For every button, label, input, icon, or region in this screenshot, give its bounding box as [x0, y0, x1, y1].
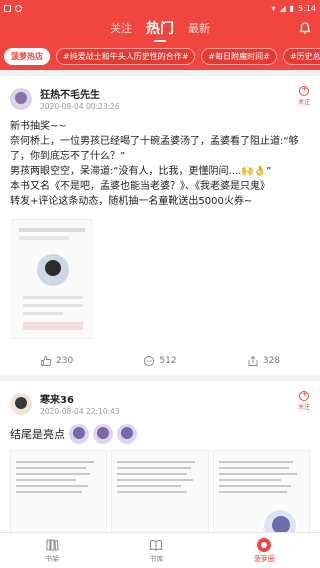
follow-icon	[298, 389, 309, 401]
nav-library[interactable]: 书库	[149, 538, 163, 564]
bookshelf-icon	[46, 539, 59, 551]
follow-button[interactable]: 关注	[297, 84, 310, 106]
nav-label: 书库	[149, 554, 164, 563]
comment-button[interactable]: 512	[143, 355, 177, 367]
thumbs-up-icon	[41, 356, 52, 366]
topic-tag-bar: 菠萝热店 #纯爱战士和牛头人历史性的合作# #每日附魔时间# #历史总是	[0, 42, 320, 70]
nav-circle[interactable]: 菠萝圈	[253, 537, 275, 564]
sticker-image	[69, 424, 89, 444]
wifi-icon: ▾	[271, 3, 276, 13]
signal-icon: ◢	[279, 3, 286, 13]
post-actions: 230 512 328	[10, 351, 310, 369]
post-line: 了，你到底忘不了什么？”	[10, 151, 126, 162]
nav-label: 菠萝圈	[253, 554, 275, 563]
follow-icon	[298, 84, 309, 96]
share-count: 328	[262, 356, 280, 366]
tag-pill[interactable]: #每日附魔时间#	[201, 47, 277, 65]
follow-button[interactable]: 关注	[297, 389, 310, 411]
like-button[interactable]: 230	[40, 355, 73, 367]
comment-count: 512	[159, 356, 177, 366]
post-line: 本书又名《不是吧，孟婆也能当老婆？》、《我老婆是只鬼》	[10, 181, 270, 192]
post-line: 新书抽奖~~	[10, 121, 67, 132]
nav-label: 书架	[45, 554, 60, 563]
open-book-icon	[150, 539, 163, 551]
sticker-image	[93, 424, 113, 444]
bottom-nav: 书架 书库 菠萝圈	[0, 532, 320, 568]
post-line: 转发+评论这条动态，随机抽一名童靴送出5000火券~	[10, 196, 253, 207]
post-line: 男孩两眼空空，呆滞道:“没有人，比我，更懂阴间....🙌👌”	[10, 166, 272, 177]
post-text: 新书抽奖~~ 奈何桥上，一位男孩已经喝了十碗孟婆汤了，孟婆看了阻止道:“够 了，…	[10, 119, 310, 209]
status-bar: ▾ ◢ ▮ 5:14	[0, 0, 320, 16]
post-line: 结尾是亮点	[10, 428, 65, 441]
share-icon	[248, 355, 258, 366]
post-line: 奈何桥上，一位男孩已经喝了十碗孟婆汤了，孟婆看了阻止道:“够	[10, 136, 299, 147]
post-image[interactable]	[10, 450, 108, 532]
tag-pill[interactable]: 菠萝热店	[4, 47, 50, 65]
nav-bookshelf[interactable]: 书架	[45, 538, 59, 564]
shield-icon	[4, 4, 11, 12]
battery-icon: ▮	[289, 3, 295, 13]
tab-following[interactable]: 关注	[110, 20, 132, 42]
post-time: 2020-08-04 00:23:26	[40, 102, 120, 111]
sticker-image	[117, 424, 137, 444]
tag-pill[interactable]: #纯爱战士和牛头人历史性的合作#	[56, 47, 196, 65]
post-card[interactable]: 狂热不毛先生 2020-08-04 00:23:26 关注 新书抽奖~~ 奈何桥…	[0, 76, 320, 375]
top-tab-bar: 关注 热门 最新	[0, 16, 320, 42]
post-time: 2020-08-04 22:10:43	[40, 407, 120, 416]
status-time: 5:14	[298, 3, 316, 13]
tab-hot[interactable]: 热门	[146, 18, 174, 42]
tab-latest[interactable]: 最新	[188, 20, 210, 42]
circle-icon	[257, 537, 272, 552]
post-image[interactable]	[12, 219, 92, 339]
sync-icon	[15, 4, 22, 12]
like-count: 230	[56, 356, 74, 366]
avatar[interactable]	[10, 87, 32, 110]
follow-label: 关注	[297, 99, 310, 106]
share-button[interactable]: 328	[247, 355, 280, 367]
post-author[interactable]: 寒来36	[40, 391, 120, 406]
post-text: 结尾是亮点	[10, 424, 310, 444]
bell-icon[interactable]	[298, 21, 312, 35]
tag-pill[interactable]: #历史总是	[282, 47, 320, 65]
avatar[interactable]	[10, 392, 32, 415]
comment-icon	[144, 355, 155, 367]
post-image[interactable]	[111, 450, 209, 532]
feed[interactable]: 狂热不毛先生 2020-08-04 00:23:26 关注 新书抽奖~~ 奈何桥…	[0, 70, 320, 532]
post-author[interactable]: 狂热不毛先生	[40, 86, 120, 101]
follow-label: 关注	[297, 404, 310, 411]
